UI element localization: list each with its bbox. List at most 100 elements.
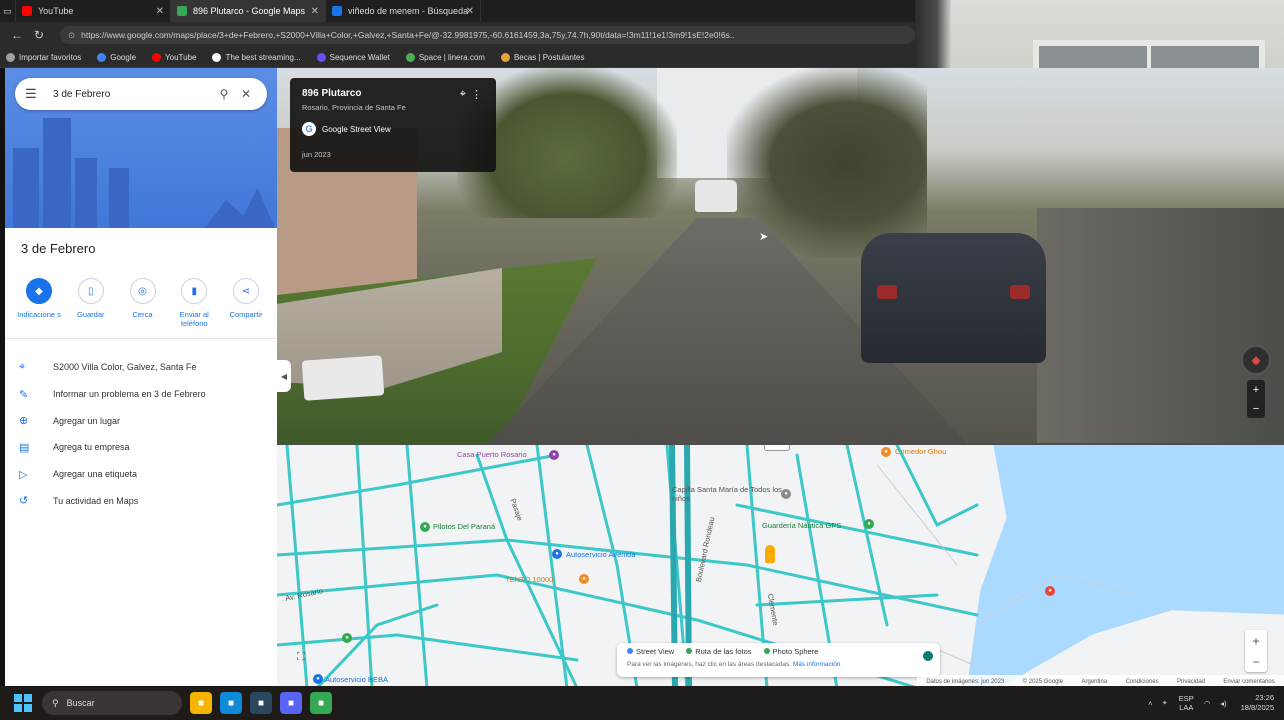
chevron-up-icon[interactable]: ˄ bbox=[1148, 699, 1152, 708]
location-pin-icon[interactable]: ⌖ bbox=[460, 88, 466, 101]
zoom-out-icon[interactable]: − bbox=[1252, 655, 1259, 669]
poi-marker-icon[interactable]: ● bbox=[420, 522, 430, 532]
layer-item[interactable]: Street View bbox=[627, 647, 674, 656]
close-icon[interactable]: ✕ bbox=[311, 6, 319, 17]
bookmark-favicon-icon bbox=[500, 53, 510, 62]
poi-marker-icon[interactable]: ● bbox=[864, 519, 874, 529]
map-label[interactable]: TENTO 10000 bbox=[505, 575, 553, 584]
compass-icon[interactable]: ◆ bbox=[1241, 345, 1271, 375]
info-row[interactable]: ✎ Informar un problema en 3 de Febrero bbox=[19, 381, 269, 408]
bookmark-item[interactable]: Sequence Wallet bbox=[316, 53, 390, 62]
volume-icon[interactable]: ◂) bbox=[1220, 699, 1226, 708]
hamburger-menu-icon[interactable]: ☰ bbox=[25, 86, 43, 102]
tab-bing-search[interactable]: viñedo de menem - Búsqueda ✕ bbox=[326, 0, 481, 22]
close-icon[interactable]: ✕ bbox=[466, 6, 474, 17]
url-field[interactable]: ⊙ https://www.google.com/maps/place/3+de… bbox=[60, 26, 915, 44]
layer-item[interactable]: Photo Sphere bbox=[763, 647, 818, 656]
chrome-icon[interactable]: ■ bbox=[310, 692, 332, 714]
taskbar-search-text: Buscar bbox=[66, 698, 95, 708]
street-sign bbox=[301, 355, 385, 401]
poi-marker-icon[interactable]: ● bbox=[1045, 586, 1055, 596]
action-share-button[interactable]: ⋖ Compartir bbox=[222, 278, 270, 328]
close-icon[interactable]: ✕ bbox=[235, 87, 257, 101]
map-footer-link[interactable]: Datos de imágenes: jun 2023 bbox=[926, 679, 1004, 685]
map-label[interactable]: Capilla Santa María de Todos los niños bbox=[672, 485, 782, 503]
tab-google-maps[interactable]: 896 Plutarco - Google Maps ✕ bbox=[171, 0, 326, 22]
bookmark-item[interactable]: Space | linera.com bbox=[405, 53, 485, 62]
location-icon[interactable]: ⌖ bbox=[1163, 698, 1167, 708]
collapse-panel-button[interactable]: ◀ bbox=[277, 360, 291, 392]
bookmark-label: The best streaming... bbox=[225, 53, 301, 62]
info-row[interactable]: ⌖ S2000 Villa Color, Galvez, Santa Fe bbox=[19, 354, 269, 381]
map-footer-link[interactable]: Enviar comentarios bbox=[1223, 679, 1274, 685]
map-footer-link[interactable]: Condiciones bbox=[1126, 679, 1159, 685]
bookmark-item[interactable]: YouTube bbox=[152, 53, 196, 62]
map-label[interactable]: Autoservicio Avenida bbox=[566, 550, 636, 559]
action-bookmark-button[interactable]: ▯ Guardar bbox=[67, 278, 115, 328]
reload-icon[interactable]: ↻ bbox=[28, 28, 50, 42]
action-nearby-button[interactable]: ◎ Cerca bbox=[119, 278, 167, 328]
address-bar-row: ← ↻ ⊙ https://www.google.com/maps/place/… bbox=[0, 22, 915, 48]
url-text: https://www.google.com/maps/place/3+de+F… bbox=[81, 30, 735, 40]
tab-youtube[interactable]: YouTube ✕ bbox=[16, 0, 171, 22]
poi-marker-icon[interactable]: ● bbox=[342, 633, 352, 643]
add-place-icon: ⊕ bbox=[19, 415, 29, 428]
street-view[interactable]: ➤ 896 Plutarco Rosario, Provincia de San… bbox=[277, 68, 1284, 443]
close-icon[interactable]: ✕ bbox=[156, 6, 164, 17]
bookmark-label: YouTube bbox=[165, 53, 197, 62]
bookmark-item[interactable]: Google bbox=[97, 53, 136, 62]
search-icon[interactable]: ⚲ bbox=[213, 87, 235, 101]
map-label[interactable]: Comedor Ghou bbox=[895, 447, 946, 456]
taskbar-search[interactable]: ⚲ Buscar bbox=[42, 691, 182, 715]
info-row[interactable]: ▤ Agrega tu empresa bbox=[19, 434, 269, 461]
tab-actions-icon[interactable]: ▭ bbox=[0, 0, 16, 22]
language-indicator[interactable]: ESP LAA bbox=[1179, 694, 1194, 712]
more-info-link[interactable]: Más información bbox=[793, 661, 841, 668]
zoom-out-icon[interactable]: − bbox=[1253, 403, 1259, 415]
poi-marker-icon[interactable]: ● bbox=[549, 450, 559, 460]
info-label: Agregar una etiqueta bbox=[53, 469, 138, 480]
more-options-icon[interactable]: ⋮ bbox=[471, 88, 482, 101]
resize-handle[interactable] bbox=[764, 445, 790, 451]
bookmark-item[interactable]: Importar favoritos bbox=[6, 53, 81, 62]
wifi-icon[interactable]: ◠ bbox=[1204, 699, 1211, 708]
poi-marker-icon[interactable]: ● bbox=[579, 574, 589, 584]
map-view[interactable]: ● Casa Puerto Rosario Capilla Santa Marí… bbox=[277, 443, 1284, 686]
bookmark-item[interactable]: The best streaming... bbox=[212, 53, 301, 62]
bookmark-item[interactable]: Becas | Postulantes bbox=[500, 53, 585, 62]
map-footer-link[interactable]: Argentina bbox=[1081, 679, 1107, 685]
map-label[interactable]: Guardería Náutica GPS bbox=[762, 521, 841, 530]
action-directions-button[interactable]: ◆ Indicacione s bbox=[15, 278, 63, 328]
steam-icon[interactable]: ■ bbox=[250, 692, 272, 714]
poi-marker-icon[interactable]: ● bbox=[781, 489, 791, 499]
search-box[interactable]: ☰ ⚲ ✕ bbox=[15, 78, 267, 110]
windows-start-icon[interactable] bbox=[14, 694, 32, 712]
map-label[interactable]: Autoservicio BEBA bbox=[325, 675, 388, 684]
map-footer-link[interactable]: Privacidad bbox=[1177, 679, 1205, 685]
maps-favicon-icon bbox=[177, 6, 187, 16]
file-explorer-icon[interactable]: ■ bbox=[190, 692, 212, 714]
edge-icon[interactable]: ■ bbox=[220, 692, 242, 714]
fullscreen-icon[interactable]: ⛶ bbox=[297, 651, 305, 664]
map-footer-link[interactable]: © 2025 Google bbox=[1023, 679, 1063, 685]
zoom-in-icon[interactable]: + bbox=[1253, 384, 1259, 396]
info-row[interactable]: ▷ Agregar una etiqueta bbox=[19, 461, 269, 488]
layer-toggle-icon[interactable] bbox=[923, 651, 933, 661]
poi-marker-icon[interactable]: ● bbox=[881, 447, 891, 457]
back-arrow-icon[interactable]: ← bbox=[6, 28, 28, 42]
action-send-to-phone-button[interactable]: ▮ Enviar al teléfono bbox=[170, 278, 218, 328]
building-shape bbox=[109, 168, 129, 228]
info-row[interactable]: ↺ Tu actividad en Maps bbox=[19, 487, 269, 514]
map-label[interactable]: Casa Puerto Rosario bbox=[457, 450, 527, 459]
zoom-in-icon[interactable]: + bbox=[1252, 634, 1259, 648]
street-view-subtitle: Rosario, Provincia de Santa Fe bbox=[302, 103, 406, 112]
info-row[interactable]: ⊕ Agregar un lugar bbox=[19, 407, 269, 434]
poi-marker-icon[interactable]: ● bbox=[313, 674, 323, 684]
poi-marker-icon[interactable]: ● bbox=[552, 549, 562, 559]
discord-icon[interactable]: ■ bbox=[280, 692, 302, 714]
map-label[interactable]: Pilotos Del Paraná bbox=[433, 522, 495, 531]
pegman-icon[interactable] bbox=[765, 545, 775, 563]
clock[interactable]: 23:26 18/8/2025 bbox=[1241, 693, 1274, 713]
search-input[interactable] bbox=[53, 88, 213, 100]
layer-item[interactable]: Ruta de las fotos bbox=[686, 647, 752, 656]
